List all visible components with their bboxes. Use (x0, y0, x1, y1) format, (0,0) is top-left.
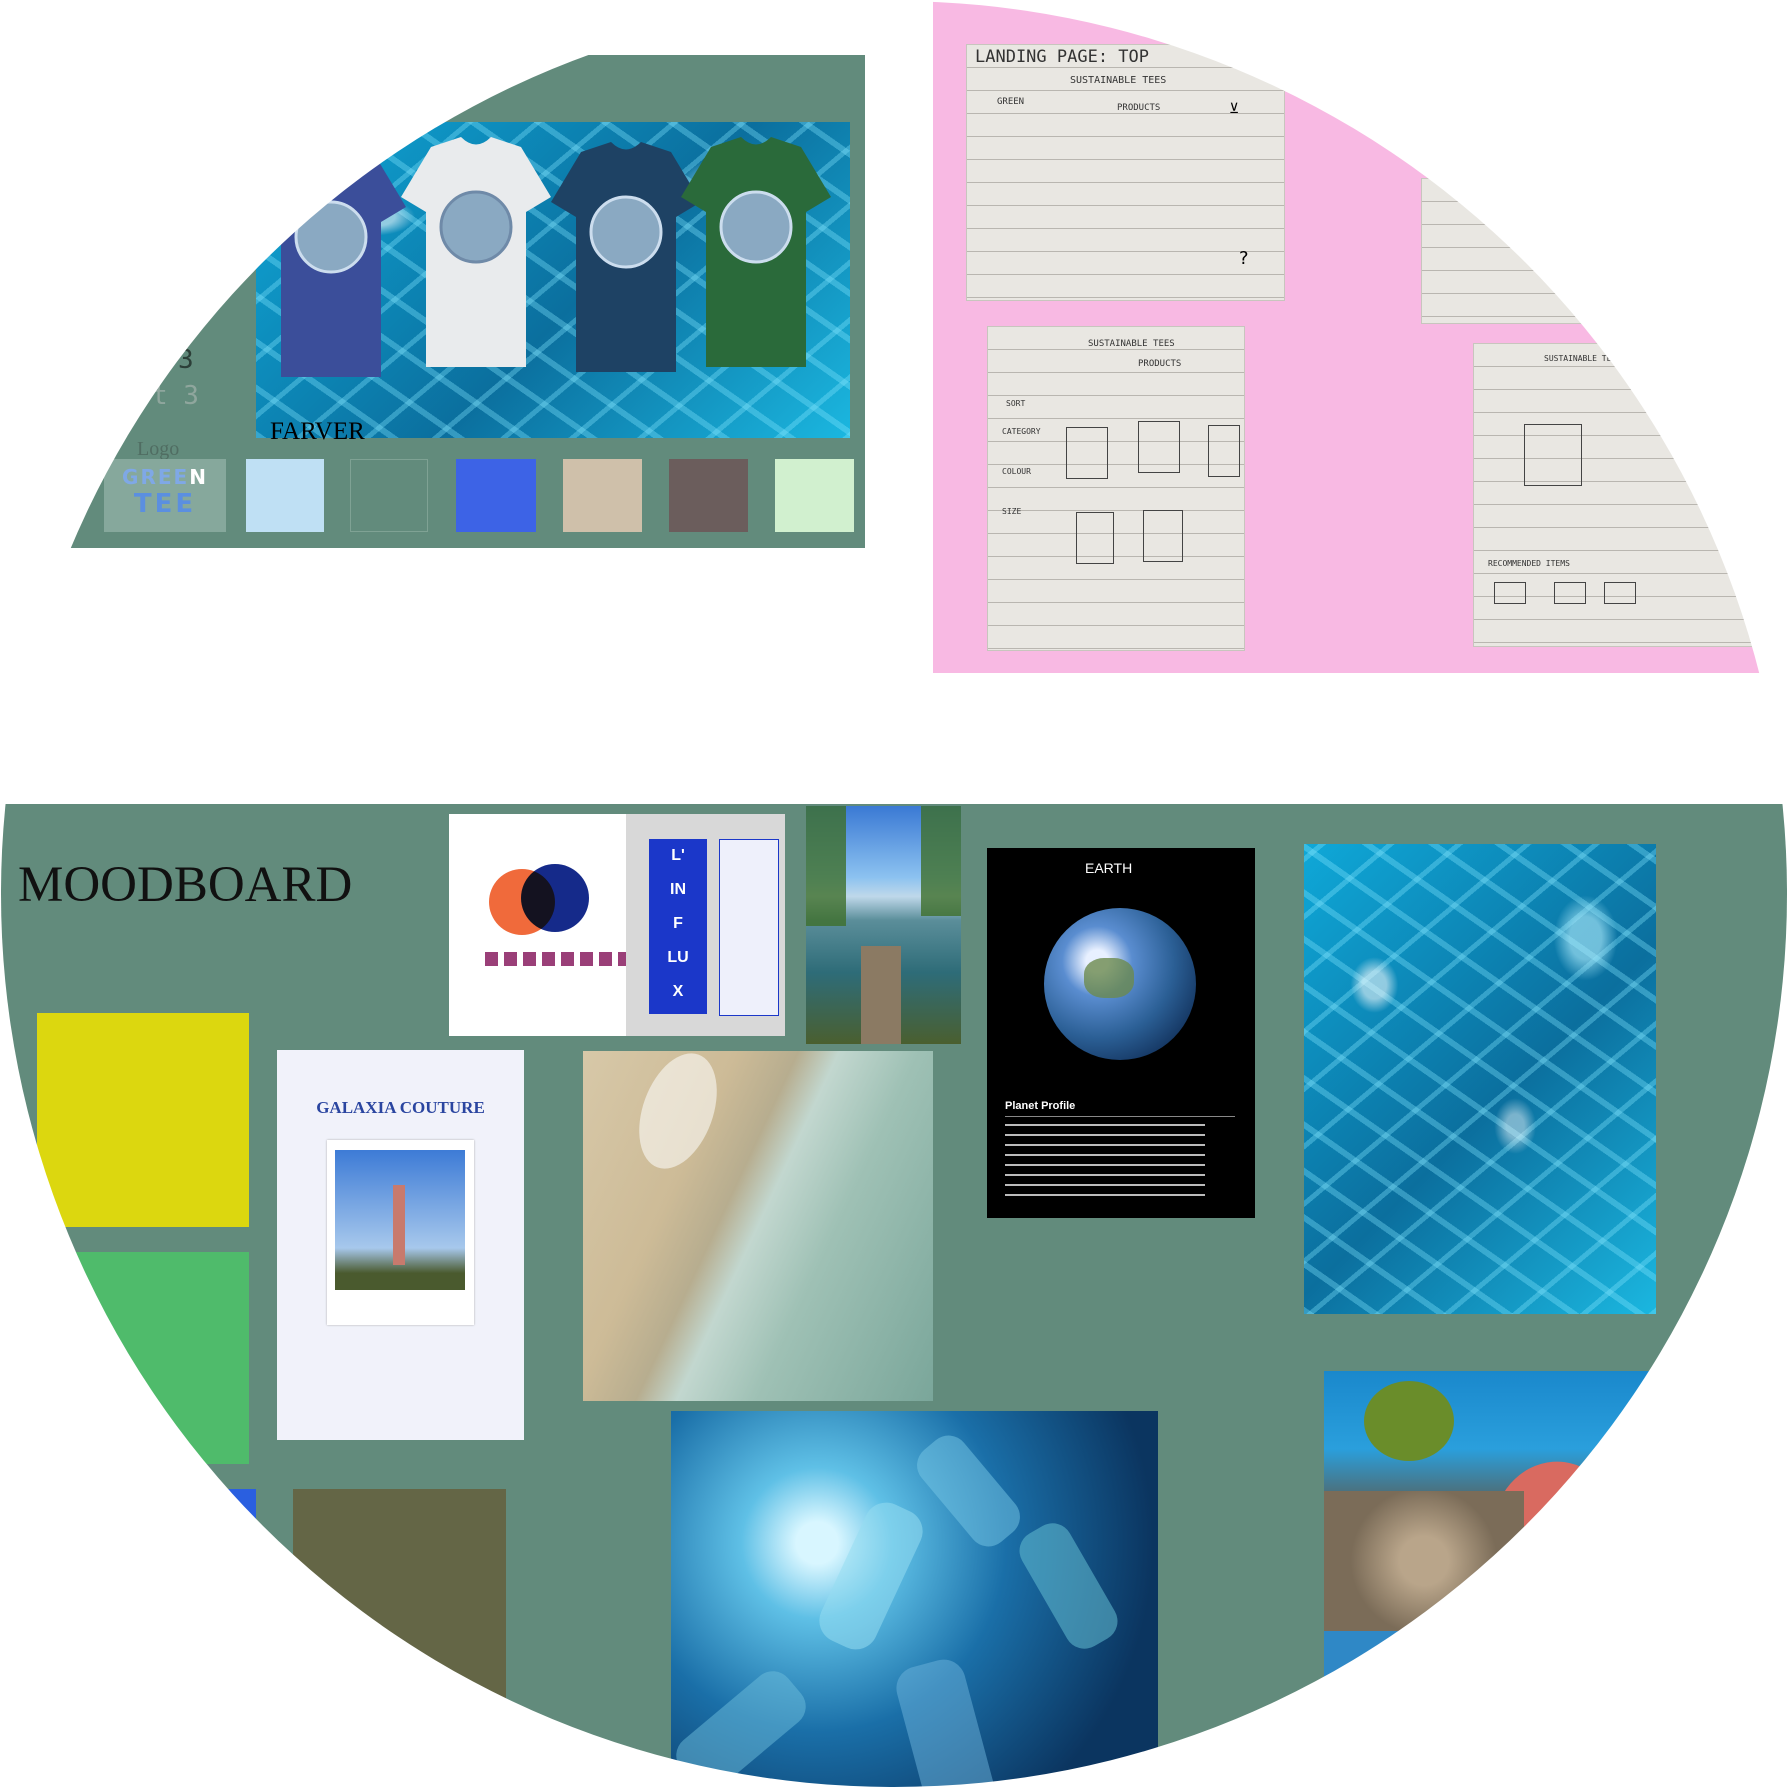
wireframe-products-1: PRODUCTS (1117, 103, 1161, 113)
cart-icon: ⊻ (1229, 102, 1240, 117)
earth-subtitle: Planet Profile (1005, 1100, 1076, 1112)
tshirt-blue (256, 147, 406, 377)
palette-swatch-4 (563, 459, 642, 532)
earth-globe (1044, 908, 1196, 1060)
wireframe-green-1: GREEN (997, 97, 1025, 107)
wireframe-filter-colour: COLOUR (1002, 467, 1031, 476)
design-board-panel: 3 t 3 Logo FARVER GREEN TEE (1, 55, 865, 548)
wireframe-filter-sort: SORT (1006, 399, 1026, 408)
wireframe-brand-2: SUSTAINABLE TEES (1088, 339, 1175, 349)
influx-poster: L' IN F LU X (449, 814, 785, 1036)
earth-poster: EARTH Planet Profile (987, 848, 1255, 1218)
logo-label: Logo (137, 438, 180, 460)
beach-wave-photo (583, 1051, 933, 1401)
wireframe-brand-4: SUSTAINABLE TEES (1544, 354, 1622, 363)
pool-water-photo (1304, 844, 1656, 1314)
palette-swatch-3 (456, 459, 536, 532)
tshirt-photo (256, 122, 850, 438)
wireframe-recommended: RECOMMENDED ITEMS (1488, 559, 1570, 568)
wireframe-sheet-4: SUSTAINABLE TEES RECOMMENDED ITEMS (1473, 343, 1755, 647)
mood-color-green (37, 1252, 249, 1464)
wireframe-panel: LANDING PAGE: TOP SUSTAINABLE TEES GREEN… (933, 1, 1787, 673)
color-section-title: FARVER (270, 418, 365, 445)
galaxia-photo (335, 1150, 465, 1290)
galaxia-title: GALAXIA COUTURE (316, 1098, 485, 1117)
coral-reef-photo (1324, 1371, 1724, 1631)
circular-frame: 3 t 3 Logo FARVER GREEN TEE LANDING PAGE… (1, 1, 1787, 1787)
wireframe-sheet-1: LANDING PAGE: TOP SUSTAINABLE TEES GREEN… (966, 44, 1285, 301)
logo-text-n: N (189, 465, 208, 489)
wireframe-products-2: PRODUCTS (1138, 359, 1182, 369)
mood-color-yellow (37, 1013, 249, 1227)
blue-strip (1324, 1631, 1404, 1681)
moodboard-panel: MOODBOARD L' IN F LU X EARTH Planet Prof… (1, 804, 1787, 1787)
palette-swatch-6 (775, 459, 854, 532)
wireframe-sheet-2: SUSTAINABLE TEES PRODUCTS SORT CATEGORY … (987, 326, 1245, 651)
help-icon: ? (1239, 248, 1249, 269)
tshirt-green (681, 137, 831, 367)
influx-strip: L' IN F LU X (649, 839, 707, 1014)
earth-title: EARTH (1085, 860, 1133, 876)
logo-text-tee: TEE (133, 489, 197, 519)
mood-color-blue (200, 1489, 256, 1529)
mood-color-olive (293, 1489, 506, 1699)
palette-swatch-2 (350, 459, 428, 532)
partial-digit-2: t 3 (152, 381, 199, 411)
wireframe-filter-category: CATEGORY (1002, 427, 1041, 436)
galaxia-poster: GALAXIA COUTURE (277, 1050, 524, 1440)
logo-tile: GREEN TEE (104, 459, 226, 532)
palette-swatch-5 (669, 459, 748, 532)
logo-text-gree: GREE (122, 465, 190, 489)
wireframe-title: LANDING PAGE: TOP (975, 47, 1149, 67)
wireframe-sheet-3 (1421, 178, 1703, 324)
tshirt-white (401, 137, 551, 367)
tshirt-navy (551, 142, 701, 372)
ocean-bottles-photo (671, 1411, 1158, 1787)
wireframe-filter-size: SIZE (1002, 507, 1022, 516)
influx-text: L' IN F LU X (667, 847, 689, 1000)
wireframe-brand-1: SUSTAINABLE TEES (1070, 75, 1167, 86)
lake-photo (806, 806, 961, 1044)
partial-digit-1: 3 (178, 345, 194, 375)
palette-swatch-1 (246, 459, 324, 532)
moodboard-title: MOODBOARD (18, 857, 353, 913)
